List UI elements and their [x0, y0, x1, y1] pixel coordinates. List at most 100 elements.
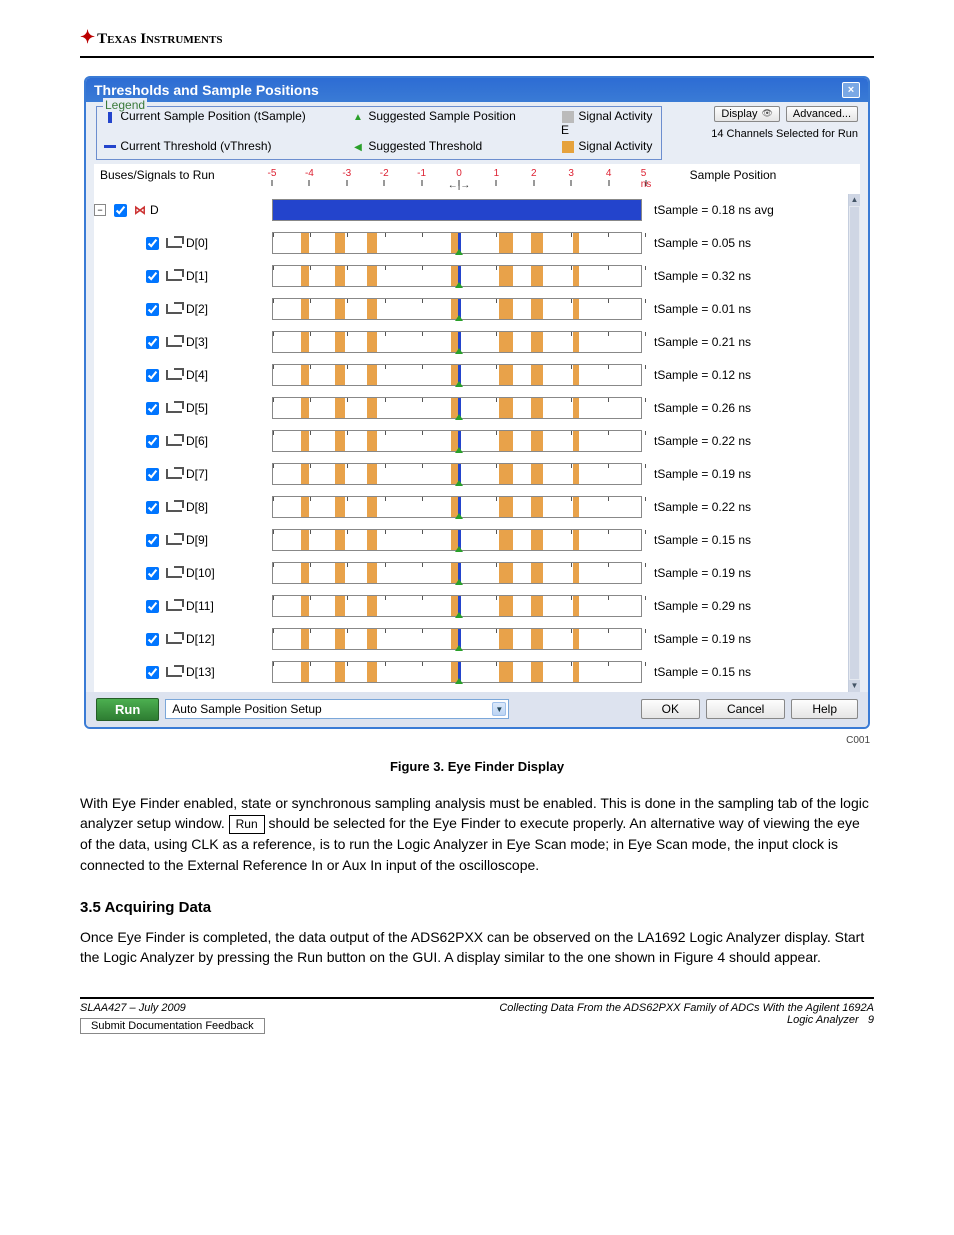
- sample-value: tSample = 0.12 ns: [646, 368, 848, 382]
- scroll-down-icon[interactable]: ▼: [849, 680, 860, 692]
- legend-graybox-icon: [562, 111, 574, 123]
- row-checkbox[interactable]: [146, 567, 159, 580]
- row-checkbox[interactable]: [146, 633, 159, 646]
- signal-name: D[6]: [186, 434, 208, 448]
- help-button[interactable]: Help: [791, 699, 858, 719]
- sample-value: tSample = 0.15 ns: [646, 533, 848, 547]
- sample-value: tSample = 0.01 ns: [646, 302, 848, 316]
- footer-right-1: Collecting Data From the ADS62PXX Family…: [499, 1002, 874, 1014]
- signal-row[interactable]: D[9]: [94, 531, 272, 550]
- chevron-down-icon[interactable]: ▼: [492, 702, 506, 716]
- signal-row[interactable]: D[13]: [94, 663, 272, 682]
- signal-name: D[0]: [186, 236, 208, 250]
- row-checkbox[interactable]: [146, 666, 159, 679]
- waveform-cell[interactable]: [272, 430, 642, 452]
- vertical-scrollbar[interactable]: ▲ ▼: [848, 194, 860, 692]
- row-checkbox[interactable]: [146, 237, 159, 250]
- row-checkbox[interactable]: [146, 501, 159, 514]
- sample-value: tSample = 0.21 ns: [646, 335, 848, 349]
- signal-icon: [166, 238, 182, 248]
- legend-orangebox-icon: [562, 141, 574, 153]
- run-button[interactable]: Run: [96, 698, 159, 721]
- cancel-button[interactable]: Cancel: [706, 699, 785, 719]
- legend-suggested-thresh: Suggested Threshold: [368, 139, 482, 153]
- collapse-icon[interactable]: −: [94, 204, 106, 216]
- waveform-cell[interactable]: [272, 496, 642, 518]
- signal-row[interactable]: D[12]: [94, 630, 272, 649]
- signal-row[interactable]: D[11]: [94, 597, 272, 616]
- row-checkbox[interactable]: [146, 369, 159, 382]
- row-checkbox[interactable]: [146, 402, 159, 415]
- waveform-cell[interactable]: [272, 298, 642, 320]
- feedback-link[interactable]: Submit Documentation Feedback: [80, 1018, 265, 1034]
- signal-row[interactable]: D[6]: [94, 432, 272, 451]
- waveform-cell[interactable]: [272, 562, 642, 584]
- row-checkbox[interactable]: [114, 204, 127, 217]
- auto-sample-combo[interactable]: Auto Sample Position Setup ▼: [165, 699, 509, 719]
- signal-row[interactable]: D[0]: [94, 234, 272, 253]
- signal-row[interactable]: D[2]: [94, 300, 272, 319]
- signal-icon: [166, 634, 182, 644]
- waveform-cell[interactable]: [272, 463, 642, 485]
- row-checkbox[interactable]: [146, 270, 159, 283]
- brand-name: Texas Instruments: [97, 31, 222, 47]
- scroll-up-icon[interactable]: ▲: [849, 194, 860, 206]
- signal-name: D[13]: [186, 665, 215, 679]
- signal-name: D[9]: [186, 533, 208, 547]
- row-checkbox[interactable]: [146, 468, 159, 481]
- waveform-cell[interactable]: [272, 397, 642, 419]
- signal-name: D[2]: [186, 302, 208, 316]
- footer-left-1: SLAA427 – July 2009: [80, 1002, 265, 1014]
- legend-bluebar-icon: [108, 111, 112, 123]
- footer-right-2: Logic Analyzer: [787, 1014, 859, 1026]
- signal-name: D[5]: [186, 401, 208, 415]
- waveform-cell[interactable]: [272, 628, 642, 650]
- row-checkbox[interactable]: [146, 435, 159, 448]
- signal-row[interactable]: D[4]: [94, 366, 272, 385]
- waveform-cell[interactable]: [272, 529, 642, 551]
- sample-value: tSample = 0.18 ns avg: [646, 203, 848, 217]
- row-checkbox[interactable]: [146, 303, 159, 316]
- row-checkbox[interactable]: [146, 534, 159, 547]
- signal-icon: [166, 601, 182, 611]
- scroll-thumb[interactable]: [850, 207, 859, 679]
- waveform-cell[interactable]: [272, 595, 642, 617]
- signal-row[interactable]: D[3]: [94, 333, 272, 352]
- legend-current-thresh: Current Threshold (vThresh): [120, 139, 271, 153]
- window-title: Thresholds and Sample Positions: [94, 82, 319, 98]
- signal-icon: [166, 568, 182, 578]
- signal-row[interactable]: D[10]: [94, 564, 272, 583]
- signal-name: D[11]: [186, 599, 214, 613]
- combo-label: Auto Sample Position Setup: [172, 702, 321, 716]
- sample-value: tSample = 0.15 ns: [646, 665, 848, 679]
- legend-greentri-up-icon: ▲: [351, 112, 365, 123]
- signal-row[interactable]: D[1]: [94, 267, 272, 286]
- waveform-parent[interactable]: [272, 199, 642, 221]
- bus-icon: ⋈: [134, 203, 146, 217]
- display-button[interactable]: Display 👁: [714, 106, 780, 122]
- time-axis: -5-4-3-2-1012345 ns←|→: [272, 168, 646, 190]
- signal-icon: [166, 469, 182, 479]
- signal-icon: [166, 304, 182, 314]
- signal-icon: [166, 271, 182, 281]
- row-checkbox[interactable]: [146, 336, 159, 349]
- sample-value: tSample = 0.22 ns: [646, 500, 848, 514]
- signal-row[interactable]: D[8]: [94, 498, 272, 517]
- waveform-cell[interactable]: [272, 364, 642, 386]
- section-heading: 3.5 Acquiring Data: [80, 897, 874, 919]
- signal-row-parent[interactable]: − ⋈ D: [94, 201, 272, 220]
- advanced-button[interactable]: Advanced...: [786, 106, 858, 122]
- row-checkbox[interactable]: [146, 600, 159, 613]
- ok-button[interactable]: OK: [641, 699, 700, 719]
- close-icon[interactable]: ×: [842, 82, 860, 98]
- paragraph-1: With Eye Finder enabled, state or synchr…: [80, 793, 874, 875]
- waveform-cell[interactable]: [272, 331, 642, 353]
- waveform-cell[interactable]: [272, 232, 642, 254]
- legend-signal-activity-e: Signal Activity E: [561, 109, 652, 137]
- signal-row[interactable]: D[7]: [94, 465, 272, 484]
- sample-value: tSample = 0.19 ns: [646, 467, 848, 481]
- waveform-cell[interactable]: [272, 265, 642, 287]
- signal-row[interactable]: D[5]: [94, 399, 272, 418]
- waveform-cell[interactable]: [272, 661, 642, 683]
- legend-current-sample: Current Sample Position (tSample): [120, 109, 305, 123]
